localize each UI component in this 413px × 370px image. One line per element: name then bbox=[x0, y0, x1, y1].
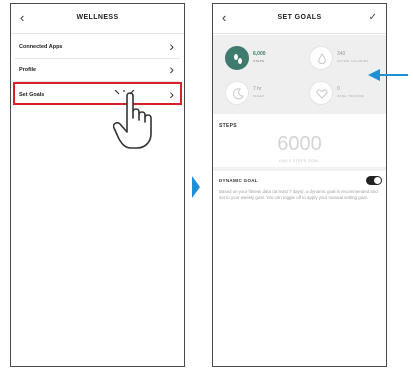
section-divider bbox=[213, 167, 386, 171]
page-title: SET GOALS bbox=[277, 14, 322, 21]
chevron-right-icon: › bbox=[169, 38, 174, 54]
daily-steps-label: DAILY STEPS GOAL bbox=[279, 159, 320, 163]
menu-item-connected-apps[interactable]: Connected Apps › bbox=[15, 36, 180, 59]
stat-label: SLEEP bbox=[253, 94, 265, 98]
chevron-right-icon: › bbox=[169, 61, 174, 77]
stat-label: STEPS bbox=[253, 59, 265, 63]
stat-zone-training[interactable]: 0 ZONE TRAINING bbox=[303, 78, 381, 108]
menu-item-label: Connected Apps bbox=[19, 44, 63, 50]
stat-label: ZONE TRAINING bbox=[337, 94, 365, 98]
stat-value: 6,000 bbox=[253, 51, 266, 57]
set-goals-header: ‹ SET GOALS ✓ bbox=[213, 4, 386, 34]
wellness-header: ‹ WELLNESS bbox=[11, 4, 184, 34]
menu-item-profile[interactable]: Profile › bbox=[15, 59, 180, 82]
stat-label: ACTIVE CALORIES bbox=[337, 59, 369, 63]
stat-value: 7 hr bbox=[253, 86, 262, 92]
goal-stats-panel: 6,000 STEPS 340 ACTIVE CALORIES 7 hr SLE… bbox=[213, 35, 386, 114]
steps-icon bbox=[225, 46, 249, 70]
flame-icon bbox=[309, 46, 333, 70]
dynamic-goal-title: DYNAMIC GOAL bbox=[219, 178, 258, 183]
check-icon[interactable]: ✓ bbox=[369, 12, 377, 23]
set-goals-screen: ‹ SET GOALS ✓ 6,000 STEPS 340 ACTIVE CAL… bbox=[212, 3, 387, 367]
transition-arrow-icon bbox=[192, 176, 200, 198]
heart-zone-icon bbox=[309, 81, 333, 105]
dynamic-goal-toggle[interactable] bbox=[366, 176, 382, 185]
steps-section-title: STEPS bbox=[219, 123, 237, 129]
stat-value: 0 bbox=[337, 86, 340, 92]
moon-icon bbox=[225, 81, 249, 105]
menu-item-label: Set Goals bbox=[19, 92, 45, 98]
wellness-screen: ‹ WELLNESS Connected Apps › Profile › Se… bbox=[10, 3, 185, 367]
hand-pointer-icon bbox=[113, 90, 152, 149]
daily-steps-value[interactable]: 6000 bbox=[213, 133, 386, 156]
toggle-knob bbox=[374, 177, 381, 184]
dynamic-goal-description: Based on your fitness data (at least 7 d… bbox=[219, 189, 378, 201]
pointer-arrow-icon bbox=[368, 69, 408, 81]
stat-sleep[interactable]: 7 hr SLEEP bbox=[219, 78, 297, 108]
menu-item-label: Profile bbox=[19, 67, 37, 73]
page-title: WELLNESS bbox=[76, 14, 119, 21]
stat-value: 340 bbox=[337, 51, 346, 57]
stat-steps[interactable]: 6,000 STEPS bbox=[219, 43, 297, 73]
